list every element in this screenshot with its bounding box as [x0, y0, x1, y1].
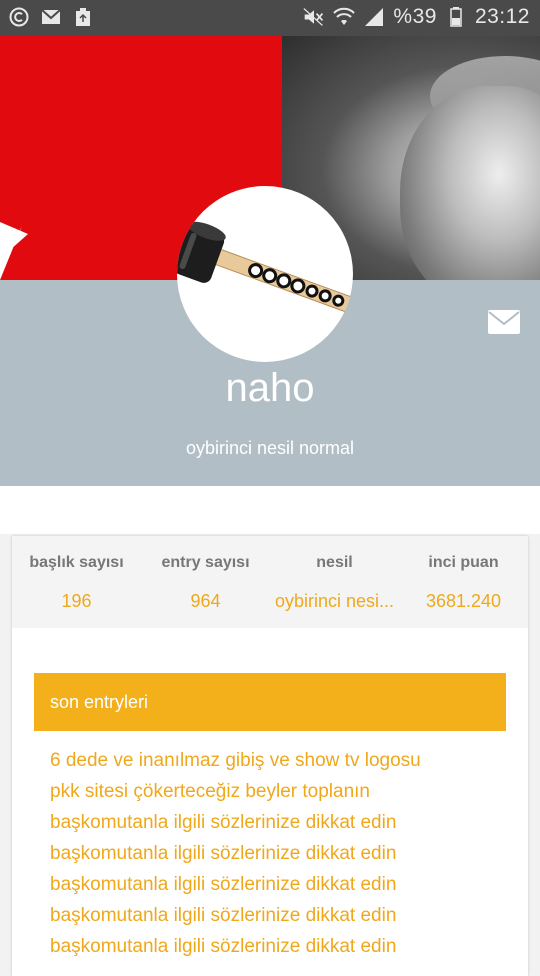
stat-label: entry sayısı: [161, 554, 250, 571]
divider-band: [0, 486, 540, 534]
entry-link[interactable]: başkomutanla ilgili sözlerinize dikkat e…: [50, 900, 510, 931]
profile-card: başlık sayısı 196 entry sayısı 964 nesil…: [12, 536, 528, 976]
stat-value: 3681.240: [425, 591, 502, 611]
stat-value: 964: [190, 591, 221, 611]
entry-link[interactable]: başkomutanla ilgili sözlerinize dikkat e…: [50, 931, 510, 962]
stat-label: başlık sayısı: [29, 554, 124, 571]
stat-value: 196: [61, 591, 92, 611]
gavel-icon: [177, 221, 353, 313]
mute-icon: [303, 6, 325, 28]
battery-icon: [445, 6, 467, 28]
entry-link[interactable]: başkomutanla ilgili sözlerinize dikkat e…: [50, 869, 510, 900]
stat-value: oybirinci nesi...: [274, 591, 395, 611]
mail-icon: [40, 6, 62, 28]
wifi-icon: [333, 6, 356, 28]
message-button[interactable]: [488, 310, 520, 334]
section-title: son entryleri: [50, 692, 149, 712]
flag-star-icon: [0, 222, 28, 280]
entry-link[interactable]: pkk sitesi çökerteceğiz beyler toplanın: [50, 776, 510, 807]
battery-percent: %39: [393, 5, 437, 28]
envelope-icon: [488, 310, 520, 334]
clock: 23:12: [474, 5, 530, 28]
recycle-icon: [72, 6, 94, 28]
entry-link[interactable]: başkomutanla ilgili sözlerinize dikkat e…: [50, 838, 510, 869]
signal-icon: [363, 6, 385, 28]
entry-link[interactable]: 6 dede ve inanılmaz gibiş ve show tv log…: [50, 745, 510, 776]
stat-label: nesil: [316, 554, 353, 571]
avatar[interactable]: [177, 186, 353, 362]
entry-list: 6 dede ve inanılmaz gibiş ve show tv log…: [50, 745, 510, 962]
status-bar: %39 23:12: [0, 0, 540, 36]
entry-link[interactable]: başkomutanla ilgili sözlerinize dikkat e…: [50, 807, 510, 838]
user-tagline: oybirinci nesil normal: [185, 438, 355, 458]
recent-entries-header: son entryleri: [34, 673, 506, 731]
stat-label: inci puan: [428, 554, 499, 571]
stats-row: başlık sayısı 196 entry sayısı 964 nesil…: [12, 536, 528, 628]
username: naho: [225, 366, 315, 410]
copyright-icon: [8, 6, 30, 28]
